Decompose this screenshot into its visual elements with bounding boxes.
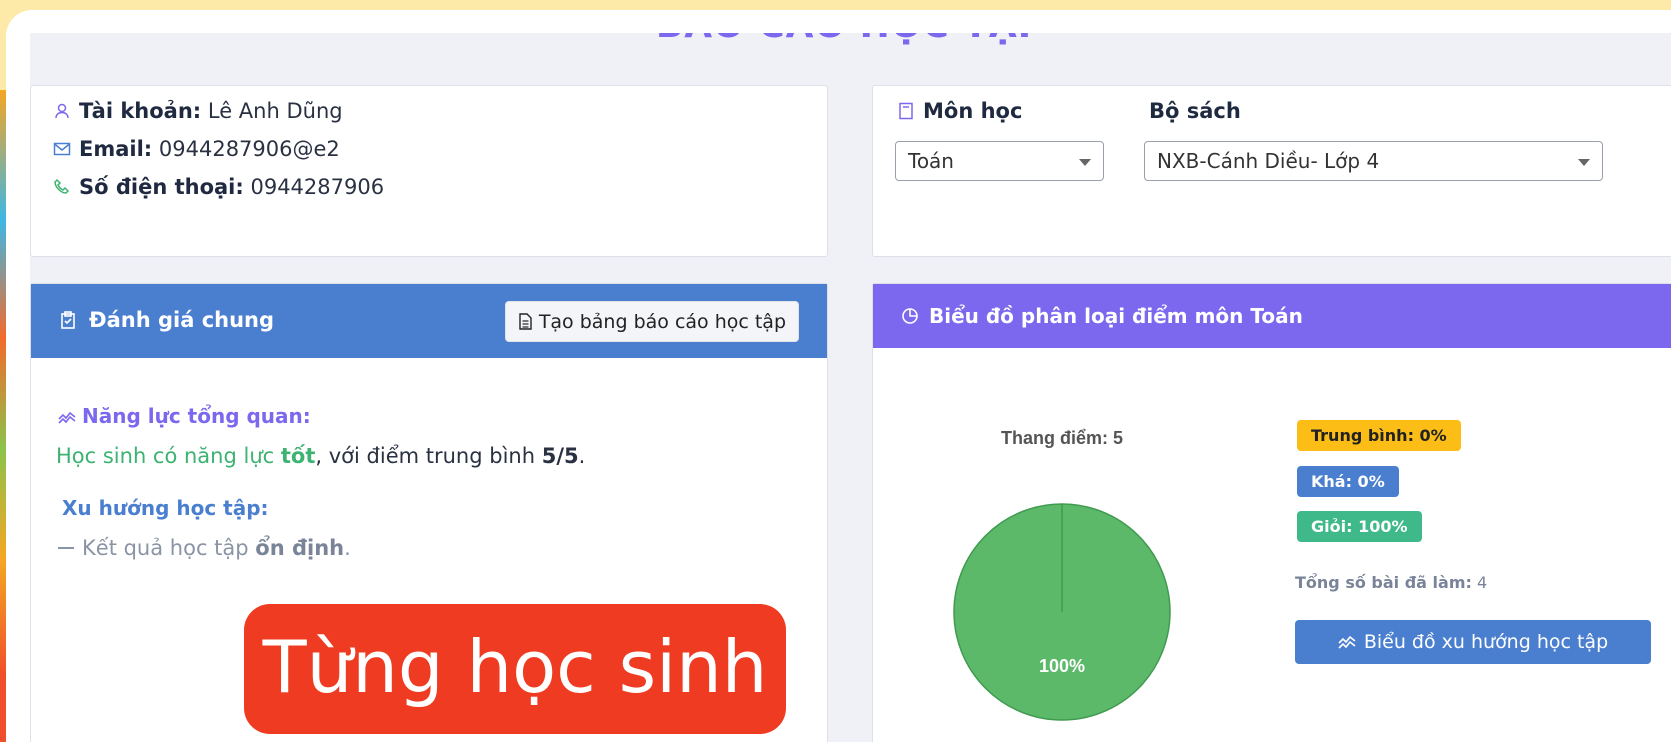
trend-prefix: Kết quả học tập xyxy=(82,536,249,560)
user-icon xyxy=(55,103,69,119)
pie-labels: 100% xyxy=(1039,656,1085,676)
trend-end: . xyxy=(344,536,351,560)
ability-text: Học sinh có năng lực tốt, với điểm trung… xyxy=(56,444,585,468)
book-select-value: NXB-Cánh Diều- Lớp 4 xyxy=(1157,149,1380,173)
book-label: Bộ sách xyxy=(1149,99,1241,123)
phone-value: 0944287906 xyxy=(250,175,385,199)
ability-end: . xyxy=(578,444,586,468)
evaluation-title-wrap: Đánh giá chung xyxy=(59,308,274,332)
page-title: BÁO CÁO HỌC TẬP xyxy=(30,33,1671,46)
badge-average: Trung bình: 0% xyxy=(1297,420,1461,451)
pie-chart: Thang điểm: 5 100% xyxy=(953,428,1171,721)
account-value: Lê Anh Dũng xyxy=(207,99,343,123)
clipboard-icon xyxy=(61,311,75,329)
trend-icon xyxy=(1338,635,1356,649)
ability-prefix: Học sinh có năng lực xyxy=(56,444,275,468)
evaluation-title: Đánh giá chung xyxy=(89,308,275,332)
badge-excellent: Giỏi: 100% xyxy=(1297,511,1422,542)
create-report-label: Tạo bảng báo cáo học tập xyxy=(538,310,786,333)
badge-good: Khá: 0% xyxy=(1297,466,1399,497)
account-row: Tài khoản: Lê Anh Dũng xyxy=(53,99,343,123)
evaluation-header: Đánh giá chung Tạo bảng báo cáo học tập xyxy=(31,284,827,358)
subject-select[interactable]: Toán xyxy=(895,141,1104,181)
account-info-card: Tài khoản: Lê Anh Dũng Email: 0944287906… xyxy=(30,85,828,257)
subject-label-wrap: Môn học xyxy=(897,99,1022,123)
email-row: Email: 0944287906@e2 xyxy=(53,137,340,161)
phone-label: Số điện thoại: xyxy=(79,175,244,199)
total-value: 4 xyxy=(1476,573,1488,592)
trend-chart-button[interactable]: Biểu đồ xu hướng học tập xyxy=(1295,620,1651,664)
trend-icon xyxy=(58,411,76,424)
ability-score: 5/5 xyxy=(541,444,579,468)
book-icon xyxy=(899,102,913,120)
chart-card: Biểu đồ phân loại điểm môn Toán Thang đi… xyxy=(872,283,1671,742)
trend-value: ổn định xyxy=(255,536,345,560)
total-exercises: Tổng số bài đã làm: 4 xyxy=(1295,573,1487,592)
ability-middle: , với điểm trung bình xyxy=(315,444,536,468)
chart-header: Biểu đồ phân loại điểm môn Toán xyxy=(873,284,1671,348)
dash-icon xyxy=(58,547,74,549)
document-icon xyxy=(519,313,532,330)
trend-text: Kết quả học tập ổn định. xyxy=(58,536,351,560)
phone-row: Số điện thoại: 0944287906 xyxy=(53,175,384,199)
mail-icon xyxy=(53,142,71,156)
email-value: 0944287906@e2 xyxy=(158,137,340,161)
subject-card: Môn học Bộ sách Toán NXB-Cánh Diều- Lớp … xyxy=(872,85,1671,257)
pie-data-label: 100% xyxy=(1039,656,1085,676)
chevron-down-icon xyxy=(1079,159,1091,166)
subject-label: Môn học xyxy=(923,99,1023,123)
book-select[interactable]: NXB-Cánh Diều- Lớp 4 xyxy=(1144,141,1603,181)
pie-chart-icon xyxy=(902,308,918,324)
ability-title: Năng lực tổng quan: xyxy=(82,404,311,428)
pie-slices xyxy=(953,503,1171,721)
trend-title: Xu hướng học tập: xyxy=(62,496,269,520)
create-report-button[interactable]: Tạo bảng báo cáo học tập xyxy=(504,301,799,342)
trend-chart-label: Biểu đồ xu hướng học tập xyxy=(1363,631,1609,653)
account-label: Tài khoản: xyxy=(79,99,202,123)
subject-select-value: Toán xyxy=(908,149,954,173)
chart-title-wrap: Biểu đồ phân loại điểm môn Toán xyxy=(901,304,1303,328)
ability-level: tốt xyxy=(280,444,316,468)
caption-overlay: Từng học sinh xyxy=(244,604,786,734)
pie-chart-title: Thang điểm: 5 xyxy=(1001,428,1123,448)
total-label: Tổng số bài đã làm: xyxy=(1295,573,1472,592)
chart-title: Biểu đồ phân loại điểm môn Toán xyxy=(929,304,1303,328)
ability-title-wrap: Năng lực tổng quan: xyxy=(58,404,311,428)
chevron-down-icon xyxy=(1578,159,1590,166)
email-label: Email: xyxy=(79,137,153,161)
phone-icon xyxy=(54,178,70,194)
